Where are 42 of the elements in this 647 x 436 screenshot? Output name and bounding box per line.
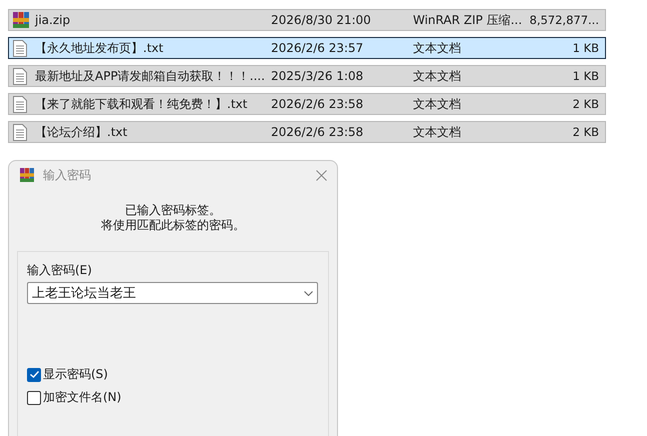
file-name: 【论坛介绍】.txt: [34, 124, 128, 140]
dialog-message: 已输入密码标签。 将使用匹配此标签的密码。: [100, 203, 246, 233]
document-icon: [13, 96, 27, 112]
checkbox[interactable]: [27, 368, 41, 382]
file-size: 1 KB: [572, 69, 599, 83]
close-icon[interactable]: [316, 170, 327, 180]
file-row[interactable]: 【论坛介绍】.txt 2026/2/6 23:58 文本文档 2 KB: [8, 121, 606, 143]
file-size: 8,572,877...: [528, 13, 599, 27]
file-date: 2026/8/30 21:00: [271, 13, 372, 27]
document-icon: [13, 124, 27, 140]
file-date: 2026/2/6 23:58: [271, 125, 364, 139]
file-size: 2 KB: [572, 125, 599, 139]
file-row[interactable]: 【永久地址发布页】.txt 2026/2/6 23:57 文本文档 1 KB: [8, 37, 606, 59]
dialog-title: 输入密码: [43, 166, 92, 184]
file-type: 文本文档: [413, 96, 462, 112]
file-name: jia.zip: [34, 13, 72, 27]
file-name: 【来了就能下载和观看！纯免费！】.txt: [34, 96, 248, 112]
file-name: 【永久地址发布页】.txt: [34, 40, 164, 56]
file-type: 文本文档: [413, 68, 462, 84]
file-date: 2026/2/6 23:58: [271, 97, 364, 111]
password-label: 输入密码(E): [27, 262, 93, 279]
archive-books-icon: [13, 12, 29, 28]
file-type: 文本文档: [413, 40, 462, 56]
file-type: WinRAR ZIP 压缩...: [413, 12, 524, 28]
chevron-down-icon: [304, 290, 313, 296]
file-name: 最新地址及APP请发邮箱自动获取！！！....: [34, 68, 266, 84]
archive-books-icon: [19, 168, 35, 182]
document-icon: [13, 40, 27, 56]
password-field[interactable]: 上老王论坛当老王: [27, 282, 318, 304]
file-size: 2 KB: [572, 97, 599, 111]
file-date: 2026/2/6 23:57: [271, 41, 364, 55]
document-icon: [13, 68, 27, 84]
file-row[interactable]: 【来了就能下载和观看！纯免费！】.txt 2026/2/6 23:58 文本文档 2 KB: [8, 93, 606, 115]
file-type: 文本文档: [413, 124, 462, 140]
checkbox-label: 显示密码(S): [43, 366, 108, 383]
check-icon: [30, 371, 38, 378]
file-date: 2025/3/26 1:08: [271, 69, 364, 83]
checkbox[interactable]: [27, 390, 41, 404]
file-size: 1 KB: [572, 41, 599, 55]
file-row[interactable]: jia.zip 2026/8/30 21:00 WinRAR ZIP 压缩... 8,572,877...: [8, 9, 606, 31]
file-row[interactable]: 最新地址及APP请发邮箱自动获取！！！.... 2025/3/26 1:08 文本文档 1 KB: [8, 65, 606, 87]
checkbox-label: 加密文件名(N): [43, 389, 122, 406]
